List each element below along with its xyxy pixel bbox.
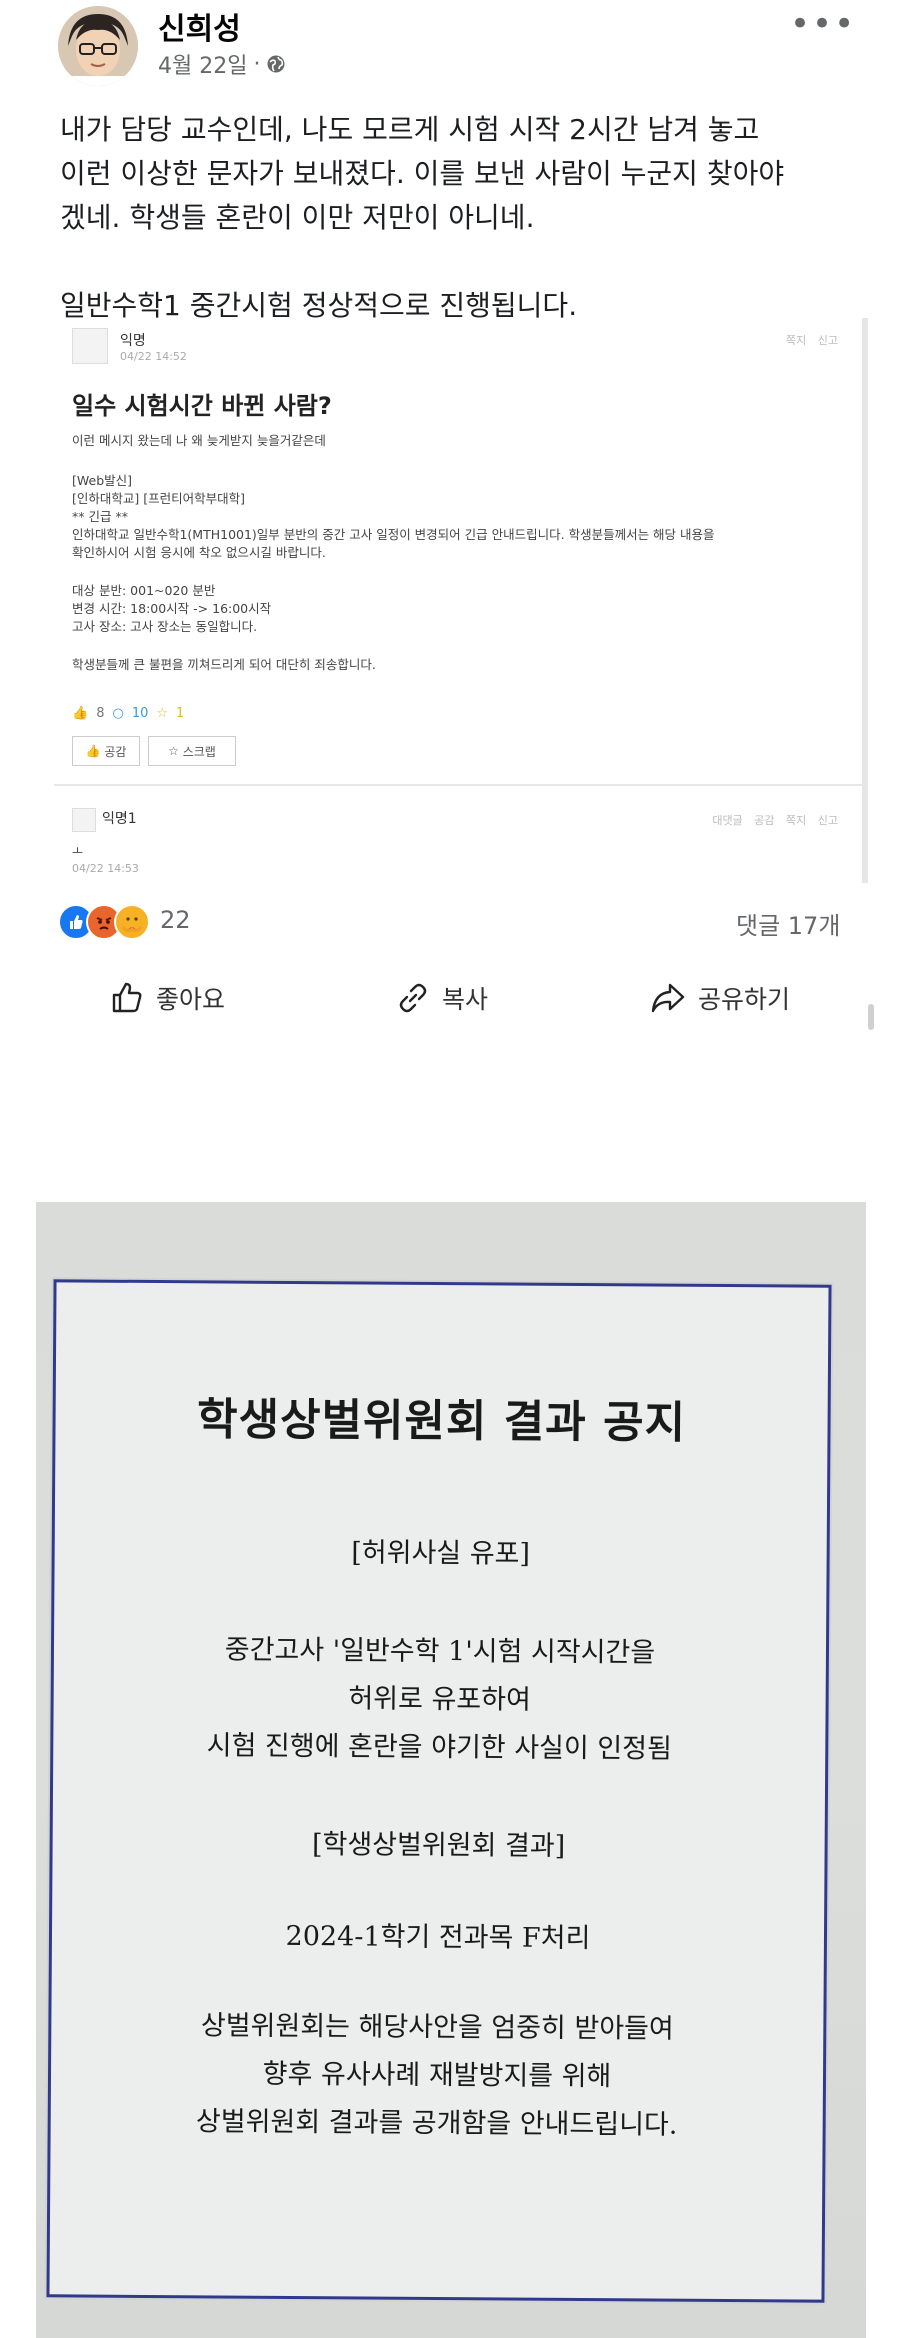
notice-paper: 학생상벌위원회 결과 공지 [허위사실 유포] 중간고사 '일반수학 1'시험 …: [46, 1279, 832, 2303]
post-paragraph: 내가 담당 교수인데, 나도 모르게 시험 시작 2시간 남겨 놓고 이런 이상…: [60, 113, 785, 234]
anonymous-avatar-icon: [72, 328, 108, 364]
post-body: 내가 담당 교수인데, 나도 모르게 시험 시작 2시간 남겨 놓고 이런 이상…: [60, 108, 860, 328]
notice-photo: 학생상벌위원회 결과 공지 [허위사실 유포] 중간고사 '일반수학 1'시험 …: [36, 1202, 866, 2338]
embedded-line: 학생분들께 큰 불편을 끼쳐드리게 되어 대단히 죄송합니다.: [72, 657, 376, 672]
comment-date: 04/22 14:53: [72, 862, 139, 875]
embedded-like-count: 8: [96, 706, 105, 721]
notice-title: 학생상벌위원회 결과 공지: [196, 1394, 687, 1449]
comment-body: ㅗ: [72, 844, 84, 858]
embedded-comment-count: 10: [131, 706, 149, 721]
comment-count[interactable]: 댓글 17개: [736, 906, 840, 941]
embedded-scrap-label: 스크랩: [182, 744, 216, 759]
share-button[interactable]: 공유하기: [650, 966, 790, 1030]
notice-result: 2024-1학기 전과목 F처리: [285, 1920, 591, 1955]
link-icon: [399, 983, 427, 1013]
embedded-title: 일수 시험시간 바뀐 사람?: [72, 392, 332, 420]
embedded-like-icon: 👍: [72, 706, 89, 721]
embedded-scroll-edge: [862, 318, 868, 883]
embedded-scrap-count: 1: [176, 706, 185, 721]
notice-line: 상벌위원회는 해당사안을 엄중히 받아들여: [200, 2010, 674, 2045]
share-label: 공유하기: [698, 985, 791, 1014]
embedded-like-label: 공감: [104, 744, 127, 759]
share-arrow-icon: [651, 983, 685, 1013]
star-small-icon: ☆: [168, 744, 183, 758]
notice-line: 상벌위원회 결과를 공개함을 안내드립니다.: [195, 2106, 678, 2141]
post-actions-bar: 좋아요 복사 공유하기: [0, 966, 900, 1030]
copy-label: 복사: [442, 985, 489, 1014]
post-author-name[interactable]: 신희성: [158, 4, 241, 48]
embedded-divider: [54, 784, 862, 786]
comment-avatar-icon: [72, 808, 96, 832]
reaction-icons[interactable]: [58, 904, 150, 940]
embedded-comment-icon: ○: [112, 706, 124, 721]
meta-separator: ·: [253, 51, 261, 77]
embedded-line: 대상 분반: 001~020 분반: [72, 583, 216, 598]
embedded-line: 확인하시어 시험 응시에 착오 없으시길 바랍니다.: [72, 545, 326, 560]
embedded-line: 인하대학교 일반수학1(MTH1001)일부 분반의 중간 고사 일정이 변경되…: [72, 527, 715, 542]
globe-icon: [267, 55, 285, 73]
author-avatar[interactable]: [58, 6, 138, 86]
embedded-post-actions: 쪽지 신고: [786, 334, 838, 347]
post-date[interactable]: 4월 22일: [158, 48, 247, 80]
embedded-screenshot: 익명 04/22 14:52 쪽지 신고 일수 시험시간 바뀐 사람? 이런 메…: [54, 318, 868, 883]
embedded-line: 고사 장소: 고사 장소는 동일합니다.: [72, 619, 258, 634]
more-options-icon[interactable]: •••: [790, 4, 856, 44]
notice-line: 중간고사 '일반수학 1'시험 시작시간을: [224, 1634, 656, 1669]
copy-button[interactable]: 복사: [396, 966, 488, 1030]
post-meta: 4월 22일 ·: [158, 48, 286, 80]
notice-line: 향후 유사사례 재발방지를 위해: [262, 2058, 612, 2093]
embedded-author: 익명: [120, 333, 146, 349]
embedded-line: ** 긴급 **: [72, 509, 128, 524]
embedded-line: [Web발신]: [72, 473, 133, 488]
thumbs-up-small-icon: 👍: [85, 744, 105, 758]
embedded-scrap-button: ☆ 스크랩: [148, 736, 236, 766]
embedded-line: 이런 메시지 왔는데 나 왜 늦게받지 늦을거같은데: [72, 433, 326, 448]
thumbs-up-icon: [112, 982, 142, 1013]
scrollbar-thumb[interactable]: [868, 1004, 874, 1030]
comment-author: 익명1: [102, 811, 137, 827]
embedded-line: [인하대학교] [프런티어학부대학]: [72, 491, 245, 506]
notice-line: 허위로 유포하여: [348, 1683, 531, 1716]
notice-section-heading: [허위사실 유포]: [351, 1537, 531, 1570]
comment-actions: 대댓글 공감 쪽지 신고: [712, 814, 838, 827]
like-label: 좋아요: [156, 985, 226, 1014]
notice-section-heading: [학생상벌위원회 결과]: [311, 1829, 566, 1862]
care-reaction-icon: [114, 904, 150, 940]
embedded-stats: 👍 8 ○ 10 ☆ 1: [72, 706, 184, 721]
embedded-date: 04/22 14:52: [120, 350, 187, 363]
like-button[interactable]: 좋아요: [110, 966, 225, 1030]
avatar-portrait-icon: [58, 6, 138, 86]
embedded-like-button: 👍 공감: [72, 736, 140, 766]
reaction-count[interactable]: 22: [160, 906, 191, 934]
embedded-line: 변경 시간: 18:00시작 -> 16:00시작: [72, 601, 272, 616]
embedded-scrap-icon: ☆: [156, 706, 169, 721]
notice-line: 시험 진행에 혼란을 야기한 사실이 인정됨: [206, 1730, 672, 1765]
